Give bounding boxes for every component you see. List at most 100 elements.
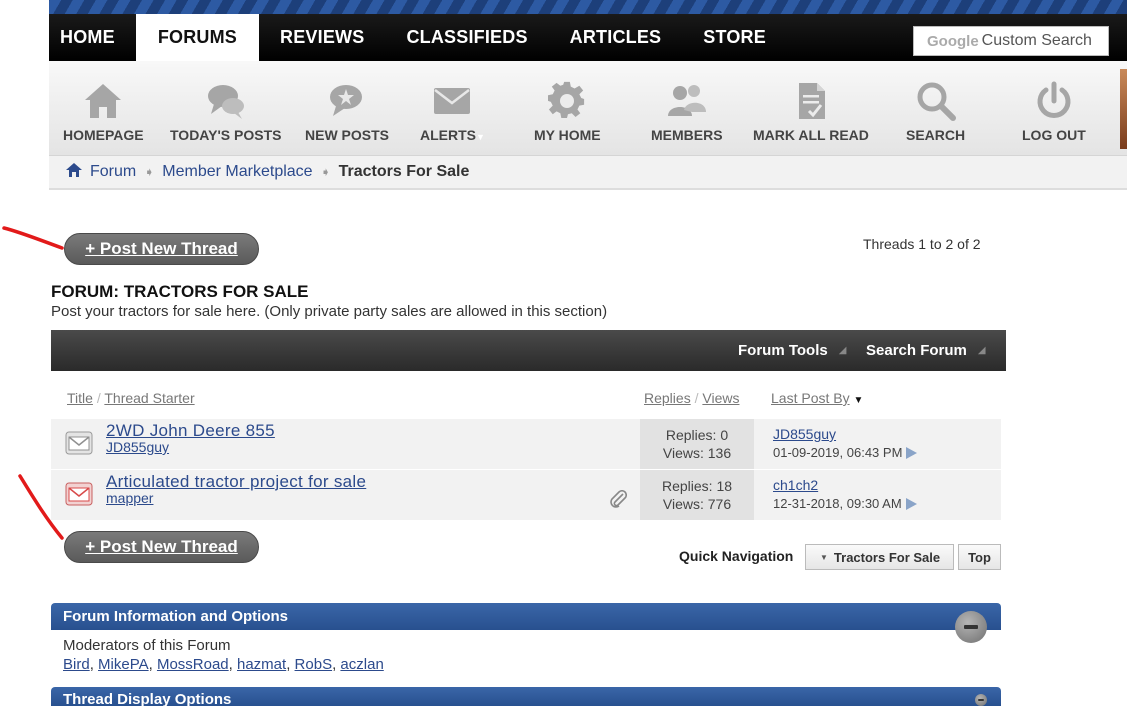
post-new-thread-button-bottom[interactable]: + Post New Thread — [64, 531, 259, 563]
my-home-button[interactable]: MY HOME — [534, 61, 601, 156]
collapse-icon[interactable] — [955, 611, 987, 643]
tab-store[interactable]: STORE — [682, 14, 787, 61]
mark-all-read-button[interactable]: MARK ALL READ — [753, 61, 869, 156]
sort-desc-icon: ▼ — [853, 395, 864, 406]
red-annotation-mark — [2, 226, 64, 250]
last-post-date: 12-31-2018, — [773, 496, 844, 511]
column-separator: / — [96, 390, 101, 406]
last-post-cell: JD855guy 01-09-2019, 06:43 PM — [759, 419, 1001, 469]
moderator-link[interactable]: hazmat — [237, 656, 286, 673]
quick-navigation-label: Quick Navigation — [679, 548, 794, 564]
tab-articles[interactable]: ARTICLES — [549, 14, 683, 61]
homepage-button[interactable]: HOMEPAGE — [63, 61, 144, 156]
thread-main-cell: Articulated tractor project for sale map… — [51, 470, 640, 520]
table-row: Articulated tractor project for sale map… — [51, 470, 1001, 520]
sort-by-last-post-link[interactable]: Last Post By — [771, 390, 850, 406]
alerts-label: ALERTS▼ — [420, 127, 485, 143]
thread-starter-link[interactable]: JD855guy — [106, 439, 169, 455]
moderator-link[interactable]: Bird — [63, 656, 90, 673]
home-icon[interactable] — [66, 162, 82, 182]
sort-by-thread-starter-link[interactable]: Thread Starter — [104, 390, 194, 406]
tab-home[interactable]: HOME — [49, 14, 136, 61]
thread-status-envelope-icon — [65, 482, 93, 511]
go-to-last-post-icon[interactable] — [906, 447, 918, 459]
last-post-user-link[interactable]: ch1ch2 — [773, 477, 818, 493]
sort-by-views-link[interactable]: Views — [702, 390, 739, 406]
mark-all-read-label: MARK ALL READ — [753, 127, 869, 143]
search-button[interactable]: SEARCH — [906, 61, 965, 156]
new-posts-label: NEW POSTS — [305, 127, 390, 143]
tab-forums[interactable]: FORUMS — [135, 14, 260, 61]
main-nav: HOME FORUMS REVIEWS CLASSIFIEDS ARTICLES… — [49, 14, 1127, 61]
collapse-icon[interactable] — [975, 694, 987, 706]
search-forum-menu[interactable]: Search Forum ◢ — [866, 342, 986, 359]
last-post-date: 01-09-2019, — [773, 445, 844, 460]
todays-posts-label: TODAY'S POSTS — [170, 127, 282, 143]
post-new-thread-button[interactable]: + Post New Thread — [64, 233, 259, 265]
thread-status-envelope-icon — [65, 431, 93, 460]
go-to-last-post-icon[interactable] — [905, 498, 917, 510]
replies-count: Replies: 0 — [665, 427, 729, 443]
forum-title: FORUM: TRACTORS FOR SALE — [51, 282, 309, 301]
my-home-label: MY HOME — [534, 127, 601, 143]
alerts-button[interactable]: ALERTS▼ — [420, 61, 485, 156]
breadcrumb-member-marketplace[interactable]: Member Marketplace — [162, 163, 312, 181]
moderator-link[interactable]: RobS — [295, 656, 333, 673]
last-post-time: 06:43 PM — [846, 445, 903, 460]
document-check-icon — [789, 81, 833, 121]
gear-icon — [545, 81, 589, 121]
sort-by-replies-link[interactable]: Replies — [644, 390, 691, 406]
chat-star-icon — [325, 81, 369, 121]
search-forum-label: Search Forum — [866, 342, 967, 359]
house-icon — [81, 81, 125, 121]
column-header-replies-views: Replies / Views — [644, 390, 739, 406]
new-posts-button[interactable]: NEW POSTS — [305, 61, 389, 156]
last-post-user-link[interactable]: JD855guy — [773, 426, 836, 442]
moderator-link[interactable]: MikePA — [98, 656, 149, 673]
breadcrumb-separator-icon: ➧ — [144, 165, 155, 179]
thread-stats-cell: Replies: 0 Views: 136 — [640, 419, 754, 469]
quick-navigation-select[interactable]: ▼ Tractors For Sale — [805, 544, 954, 570]
thread-count: Threads 1 to 2 of 2 — [863, 236, 981, 252]
homepage-label: HOMEPAGE — [63, 127, 144, 143]
thread-display-panel-header: Thread Display Options — [51, 687, 1001, 706]
forum-tools-menu[interactable]: Forum Tools ◢ — [738, 342, 846, 359]
power-icon — [1032, 81, 1076, 121]
magnifier-icon — [914, 81, 958, 121]
log-out-button[interactable]: LOG OUT — [1022, 61, 1086, 156]
quick-navigation-selected: Tractors For Sale — [833, 549, 941, 565]
column-separator: / — [694, 390, 699, 406]
sort-by-title-link[interactable]: Title — [67, 390, 93, 406]
breadcrumb-forum[interactable]: Forum — [90, 163, 136, 181]
icon-toolbar: HOMEPAGE TODAY'S POSTS NEW POSTS ALERTS▼… — [49, 61, 1127, 156]
google-brand: Google — [927, 32, 979, 50]
moderator-link[interactable]: MossRoad — [157, 656, 229, 673]
forum-info-panel-title: Forum Information and Options — [63, 608, 288, 625]
promo-thumbnail[interactable] — [1120, 69, 1127, 149]
top-button[interactable]: Top — [958, 544, 1001, 570]
chat-bubbles-icon — [204, 81, 248, 121]
dropdown-arrow-icon: ◢ — [838, 345, 847, 356]
paperclip-icon — [609, 489, 628, 513]
envelope-icon — [430, 81, 474, 121]
moderator-link[interactable]: aczlan — [340, 656, 383, 673]
thread-starter-link[interactable]: mapper — [106, 490, 153, 506]
views-count: Views: 776 — [662, 496, 732, 512]
tab-classifieds[interactable]: CLASSIFIEDS — [385, 14, 548, 61]
log-out-label: LOG OUT — [1022, 127, 1086, 143]
chevron-down-icon: ▼ — [820, 552, 828, 562]
thread-title-link[interactable]: 2WD John Deere 855 — [106, 421, 275, 441]
thread-title-link[interactable]: Articulated tractor project for sale — [106, 472, 366, 492]
dropdown-arrow-icon: ◢ — [977, 345, 986, 356]
members-label: MEMBERS — [651, 127, 723, 143]
search-placeholder: Custom Search — [981, 32, 1092, 49]
forum-info-panel-header: Forum Information and Options — [51, 603, 1001, 643]
tab-reviews[interactable]: REVIEWS — [259, 14, 385, 61]
breadcrumb-separator-icon: ➧ — [320, 165, 331, 179]
forum-description: Post your tractors for sale here. (Only … — [51, 303, 608, 320]
forum-tools-label: Forum Tools — [738, 342, 828, 359]
todays-posts-button[interactable]: TODAY'S POSTS — [170, 61, 281, 156]
members-button[interactable]: MEMBERS — [651, 61, 723, 156]
thread-display-panel-title: Thread Display Options — [63, 691, 232, 706]
search-input[interactable]: Google Custom Search — [913, 26, 1109, 56]
